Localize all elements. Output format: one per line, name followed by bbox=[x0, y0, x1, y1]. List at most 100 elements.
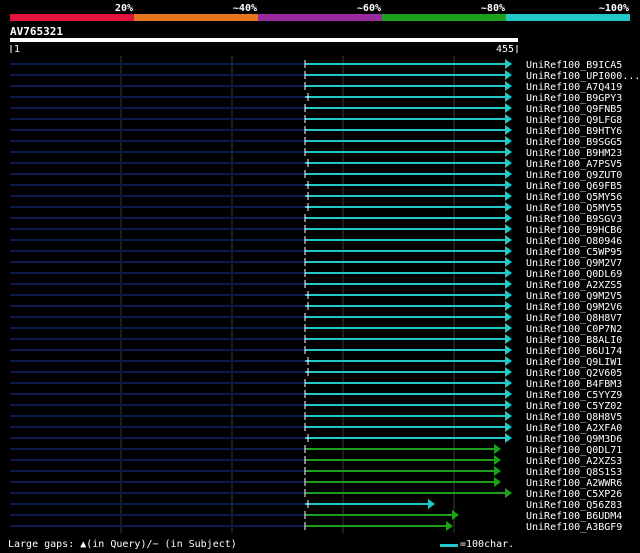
hit-label: UniRef100_Q9FNB5 bbox=[526, 104, 622, 115]
hit-arrow bbox=[494, 477, 501, 487]
hit-label: UniRef100_Q9M2V6 bbox=[526, 302, 622, 313]
hit-arrow bbox=[505, 367, 512, 377]
hit-label: UniRef100_Q5MY55 bbox=[526, 203, 622, 214]
hit-arrow bbox=[505, 378, 512, 388]
hit-arrow bbox=[505, 257, 512, 267]
hit-label: UniRef100_Q8S1S3 bbox=[526, 467, 622, 478]
hit-label: UniRef100_Q9M2V7 bbox=[526, 258, 622, 269]
hit-arrow bbox=[505, 125, 512, 135]
hit-label: UniRef100_B6UDM4 bbox=[526, 511, 622, 522]
hit-label: UniRef100_A2XZS5 bbox=[526, 280, 622, 291]
hit-label: UniRef100_A2XZS3 bbox=[526, 456, 622, 467]
hit-arrow bbox=[505, 389, 512, 399]
hit-arrow bbox=[505, 213, 512, 223]
legend-segment bbox=[382, 14, 506, 21]
hit-arrow bbox=[505, 246, 512, 256]
hit-label: UniRef100_Q9M2V5 bbox=[526, 291, 622, 302]
hit-arrow bbox=[505, 290, 512, 300]
hit-arrow bbox=[505, 136, 512, 146]
hit-label: UniRef100_Q9LFG8 bbox=[526, 115, 622, 126]
hit-arrow bbox=[505, 224, 512, 234]
hit-label: UniRef100_Q9ZUT0 bbox=[526, 170, 622, 181]
hit-arrow bbox=[494, 466, 501, 476]
scale-legend: =100char. bbox=[460, 539, 515, 550]
hit-label: UniRef100_Q9M3D6 bbox=[526, 434, 622, 445]
hit-label: UniRef100_B4FBM3 bbox=[526, 379, 622, 390]
hit-arrow bbox=[428, 499, 435, 509]
hit-label: UniRef100_B9ICA5 bbox=[526, 60, 622, 71]
hit-arrow bbox=[505, 356, 512, 366]
hit-arrow bbox=[452, 510, 459, 520]
hit-arrow bbox=[505, 92, 512, 102]
hit-label: UniRef100_Q0DL69 bbox=[526, 269, 622, 280]
query-end-label: 455 bbox=[496, 44, 514, 55]
hit-arrow bbox=[505, 422, 512, 432]
hit-label: UniRef100_Q8H8V5 bbox=[526, 412, 622, 423]
hit-label: UniRef100_A7PSV5 bbox=[526, 159, 622, 170]
hit-arrow bbox=[505, 191, 512, 201]
hit-arrow bbox=[505, 488, 512, 498]
hit-arrow bbox=[505, 81, 512, 91]
query-name: AV765321 bbox=[10, 25, 63, 38]
hit-arrow bbox=[505, 279, 512, 289]
hit-label: UniRef100_Q69FB5 bbox=[526, 181, 622, 192]
hit-label: UniRef100_A2WWR6 bbox=[526, 478, 622, 489]
hit-arrow bbox=[505, 312, 512, 322]
hit-arrow bbox=[505, 301, 512, 311]
hit-label: UniRef100_B9HCB6 bbox=[526, 225, 622, 236]
hit-label: UniRef100_B8ALI0 bbox=[526, 335, 622, 346]
hit-label: UniRef100_C5XP26 bbox=[526, 489, 622, 500]
hit-arrow bbox=[505, 323, 512, 333]
legend-label: 20% bbox=[115, 3, 133, 14]
legend-segment bbox=[258, 14, 382, 21]
hit-label: UniRef100_O80946 bbox=[526, 236, 622, 247]
hit-label: UniRef100_C5WP95 bbox=[526, 247, 622, 258]
hit-arrow bbox=[505, 345, 512, 355]
hit-label: UniRef100_B9SGV3 bbox=[526, 214, 622, 225]
hit-arrow bbox=[505, 268, 512, 278]
legend-label: ~40% bbox=[233, 3, 257, 14]
hit-arrow bbox=[505, 334, 512, 344]
hit-arrow bbox=[505, 158, 512, 168]
legend-segment bbox=[10, 14, 134, 21]
hit-arrow bbox=[494, 444, 501, 454]
hit-arrow bbox=[505, 411, 512, 421]
hit-arrow bbox=[505, 202, 512, 212]
query-bar bbox=[10, 38, 518, 42]
hit-arrow bbox=[494, 455, 501, 465]
hit-label: UniRef100_Q5MY56 bbox=[526, 192, 622, 203]
hit-arrow bbox=[505, 400, 512, 410]
hit-label: UniRef100_A3BGF9 bbox=[526, 522, 622, 533]
hit-label: UniRef100_Q56Z83 bbox=[526, 500, 622, 511]
hit-arrow bbox=[446, 521, 453, 531]
hit-label: UniRef100_C0P7N2 bbox=[526, 324, 622, 335]
hit-arrow bbox=[505, 103, 512, 113]
hit-arrow bbox=[505, 59, 512, 69]
hit-arrow bbox=[505, 180, 512, 190]
hit-arrow bbox=[505, 114, 512, 124]
alignment-view: 20% ~40% ~60% ~80% ~100% 1 455 UniRef100_B9ICA5… bbox=[0, 0, 640, 553]
hit-arrow bbox=[505, 70, 512, 80]
hit-label: UniRef100_Q0DL71 bbox=[526, 445, 622, 456]
hit-arrow bbox=[505, 433, 512, 443]
gaps-legend: Large gaps: ▲(in Query)/− (in Subject) bbox=[8, 539, 237, 550]
legend-label: ~60% bbox=[357, 3, 381, 14]
hit-label: UniRef100_C5YZ02 bbox=[526, 401, 622, 412]
hit-label: UniRef100_B9GPY3 bbox=[526, 93, 622, 104]
scale-bar bbox=[440, 544, 458, 547]
hit-arrow bbox=[505, 169, 512, 179]
legend-segment bbox=[134, 14, 258, 21]
hit-label: UniRef100_UPI000... bbox=[526, 71, 640, 82]
hit-label: UniRef100_B9HM23 bbox=[526, 148, 622, 159]
alignment-plot: 20% ~40% ~60% ~80% ~100% 1 455 UniRef100_B9ICA5… bbox=[10, 3, 640, 533]
hit-label: UniRef100_Q8H8V7 bbox=[526, 313, 622, 324]
hit-label: UniRef100_C5YYZ9 bbox=[526, 390, 622, 401]
hit-arrow bbox=[505, 235, 512, 245]
hit-label: UniRef100_B9SGG5 bbox=[526, 137, 622, 148]
hit-label: UniRef100_B9HTY6 bbox=[526, 126, 622, 137]
legend-segment bbox=[506, 14, 630, 21]
hit-arrow bbox=[505, 147, 512, 157]
hit-label: UniRef100_A2XFA0 bbox=[526, 423, 622, 434]
legend-label: ~80% bbox=[481, 3, 505, 14]
hit-label: UniRef100_Q9LIW1 bbox=[526, 357, 622, 368]
